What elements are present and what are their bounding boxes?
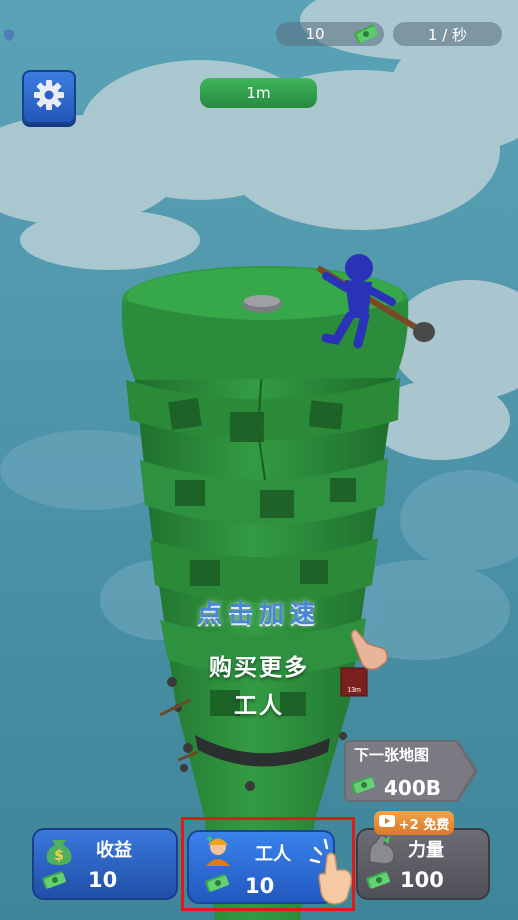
cash-stack-icon — [352, 22, 380, 50]
settings-button[interactable] — [22, 70, 76, 124]
tutorial-highlight — [181, 817, 355, 911]
svg-text:$: $ — [54, 848, 64, 864]
income-button[interactable]: $ 收益 10 — [32, 828, 178, 900]
free-bonus-badge[interactable]: +2 免费 — [374, 811, 454, 835]
video-play-icon — [378, 815, 395, 831]
power-button[interactable]: 力量 100 — [356, 828, 490, 900]
rate-text: 1 / 秒 — [427, 25, 468, 44]
workers-text: 工人 — [234, 693, 284, 719]
height-text: 1m — [246, 84, 271, 102]
income-rate: 1 / 秒 — [393, 22, 502, 46]
power-cost: 100 — [400, 868, 444, 892]
buy-more-text: 购买更多 — [209, 655, 309, 681]
next-map-price: 400B — [384, 776, 441, 800]
cash-icon — [40, 868, 70, 896]
muscle-arm-icon — [364, 832, 398, 870]
height-indicator: 1m — [200, 78, 317, 108]
shield-icon — [4, 26, 14, 41]
free-bonus-text: +2 免费 — [398, 817, 450, 833]
power-label: 力量 — [408, 840, 444, 861]
cash-icon — [364, 868, 394, 896]
tap-to-speed-text[interactable]: 点击加速 — [0, 594, 518, 630]
cash-counter: 10 — [276, 22, 384, 46]
gear-icon — [33, 79, 65, 115]
next-map-button[interactable]: 下一张地图 400B — [344, 740, 478, 802]
cash-value: 10 — [305, 25, 325, 43]
cash-icon — [350, 774, 378, 800]
income-cost: 10 — [88, 868, 118, 892]
next-map-label: 下一张地图 — [354, 746, 430, 764]
income-label: 收益 — [96, 840, 132, 861]
money-bag-icon: $ — [42, 832, 76, 870]
